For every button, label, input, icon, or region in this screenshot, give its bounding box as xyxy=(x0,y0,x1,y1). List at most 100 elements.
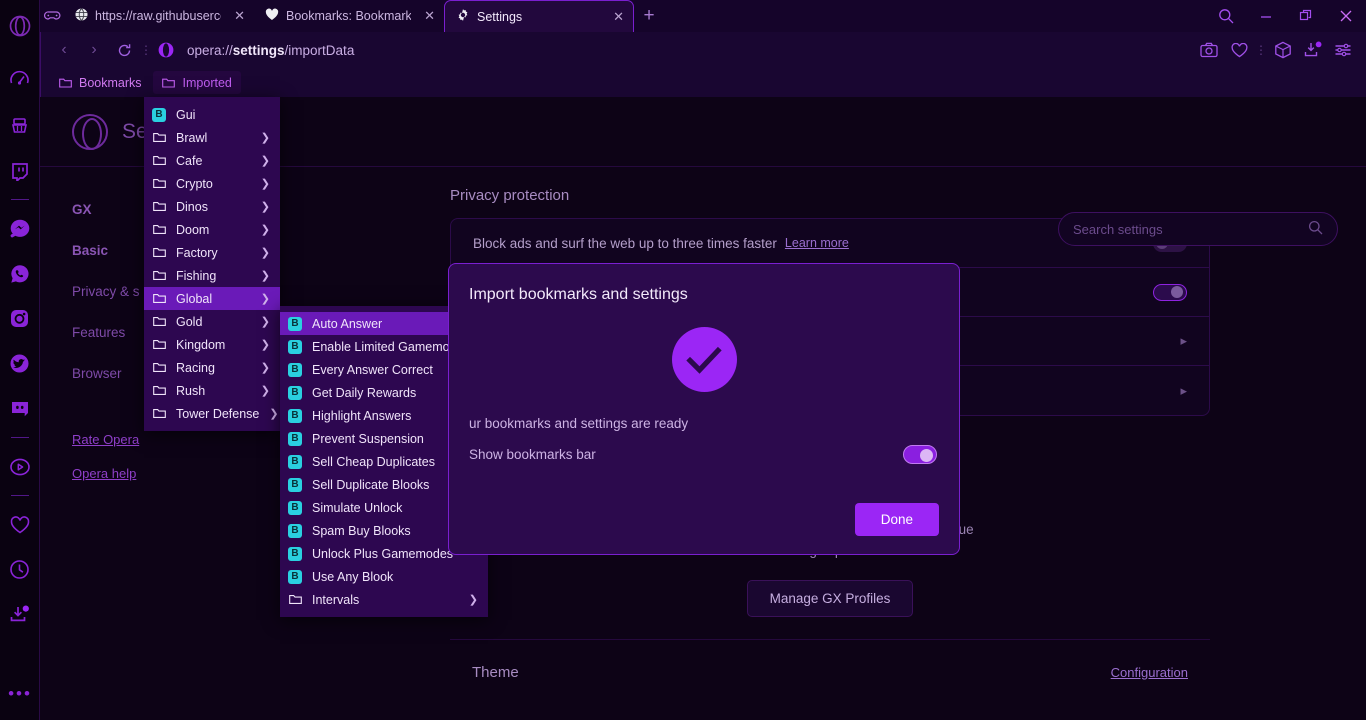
favorites-icon[interactable] xyxy=(0,502,40,547)
blooket-bookmark-icon: B xyxy=(152,107,166,122)
address-bar: ‹ › ⋮ opera://settings/importData ⋮ xyxy=(40,32,1366,68)
url-text[interactable]: opera://settings/importData xyxy=(187,43,354,58)
url-suffix: /importData xyxy=(284,42,355,58)
close-icon[interactable]: ✕ xyxy=(228,8,245,24)
bookmark-menu-item[interactable]: B Gui xyxy=(144,103,280,126)
opera-help-link[interactable]: Opera help xyxy=(72,466,139,481)
address-bar-actions: ⋮ xyxy=(1194,35,1358,65)
bookmark-menu-item[interactable]: Gold ❯ xyxy=(144,310,280,333)
easy-setup-icon[interactable] xyxy=(1328,35,1358,65)
url-prefix: opera:// xyxy=(187,42,233,58)
sidebar-more-button[interactable]: ••• xyxy=(0,685,40,702)
twitter-icon[interactable] xyxy=(0,341,40,386)
twitch-icon[interactable] xyxy=(0,148,40,193)
settings-footer-links: Rate Opera Opera help xyxy=(72,432,139,500)
tab-label: https://raw.githubuserconte xyxy=(95,9,221,23)
learn-more-link[interactable]: Learn more xyxy=(785,236,849,250)
restore-icon[interactable] xyxy=(1286,0,1326,32)
bookmark-folder-bookmarks[interactable]: Bookmarks xyxy=(49,71,151,94)
reload-icon[interactable] xyxy=(109,35,139,65)
close-icon[interactable]: ✕ xyxy=(418,8,435,24)
new-tab-button[interactable]: + xyxy=(634,0,664,32)
section-title-privacy: Privacy protection xyxy=(450,187,570,204)
blooket-bookmark-icon: B xyxy=(288,362,302,377)
rate-opera-link[interactable]: Rate Opera xyxy=(72,432,139,447)
bookmark-menu-item[interactable]: Dinos ❯ xyxy=(144,195,280,218)
theme-configuration-link[interactable]: Configuration xyxy=(1111,665,1188,680)
opera-logo-icon[interactable] xyxy=(0,8,40,44)
bookmark-folder-imported[interactable]: Imported xyxy=(152,71,241,94)
menu-item-label: Factory xyxy=(176,245,218,260)
bookmark-submenu-item[interactable]: Intervals ❯ xyxy=(280,588,488,611)
menu-item-label: Intervals xyxy=(312,592,360,607)
toggle-on[interactable] xyxy=(1153,283,1187,301)
folder-icon xyxy=(152,131,166,145)
search-input[interactable]: Search settings xyxy=(1073,222,1163,237)
page-menu-icon[interactable]: ⋮ xyxy=(139,35,153,65)
tab-settings[interactable]: Settings ✕ xyxy=(444,0,634,32)
instagram-icon[interactable] xyxy=(0,296,40,341)
back-arrow-icon[interactable]: ‹ xyxy=(49,35,79,65)
cleaner-icon[interactable] xyxy=(0,103,40,148)
bookmark-menu-item[interactable]: Tower Defense ❯ xyxy=(144,402,280,425)
chevron-right-icon: ❯ xyxy=(260,293,270,305)
player-icon[interactable] xyxy=(0,444,40,489)
blooket-bookmark-icon: B xyxy=(288,546,302,561)
dots-icon[interactable]: ⋮ xyxy=(1254,35,1268,65)
history-icon[interactable] xyxy=(0,547,40,592)
more-icon: ••• xyxy=(8,684,32,703)
menu-item-label: Unlock Plus Gamemodes xyxy=(312,546,454,561)
close-icon[interactable] xyxy=(1326,0,1366,32)
bookmark-menu-item[interactable]: Fishing ❯ xyxy=(144,264,280,287)
row-control[interactable]: ▸ xyxy=(1180,383,1187,399)
menu-item-label: Dinos xyxy=(176,199,208,214)
search-settings-box[interactable]: Search settings xyxy=(1058,212,1338,246)
blooket-bookmark-icon: B xyxy=(288,408,302,423)
bookmark-menu-item[interactable]: Global ❯ xyxy=(144,287,280,310)
gamepad-icon[interactable] xyxy=(40,0,64,32)
bookmark-menu-item[interactable]: Crypto ❯ xyxy=(144,172,280,195)
whatsapp-icon[interactable] xyxy=(0,251,40,296)
browser-window: ••• https://raw.githubuserconte ✕ Bookma… xyxy=(0,0,1366,720)
gx-corner-icon[interactable] xyxy=(0,58,40,103)
bookmark-submenu-item[interactable]: B Use Any Blook xyxy=(280,565,488,588)
show-bookmarks-bar-toggle[interactable] xyxy=(903,445,937,464)
heart-icon[interactable] xyxy=(1224,35,1254,65)
discord-icon[interactable] xyxy=(0,386,40,431)
bookmark-menu-item[interactable]: Factory ❯ xyxy=(144,241,280,264)
bookmark-menu-item[interactable]: Brawl ❯ xyxy=(144,126,280,149)
blooket-bookmark-icon: B xyxy=(288,431,302,446)
download-icon[interactable] xyxy=(1298,35,1328,65)
bookmark-menu-item[interactable]: Doom ❯ xyxy=(144,218,280,241)
bookmark-menu-item[interactable]: Kingdom ❯ xyxy=(144,333,280,356)
row-control[interactable] xyxy=(1153,283,1187,301)
forward-arrow-icon[interactable]: › xyxy=(79,35,109,65)
cube-icon[interactable] xyxy=(1268,35,1298,65)
menu-item-label: Brawl xyxy=(176,130,208,145)
bookmark-menu-item[interactable]: Rush ❯ xyxy=(144,379,280,402)
folder-icon xyxy=(152,315,166,329)
menu-item-label: Auto Answer xyxy=(312,316,383,331)
close-icon[interactable]: ✕ xyxy=(607,9,624,25)
row-control[interactable]: ▸ xyxy=(1180,333,1187,349)
theme-section: Theme Configuration xyxy=(450,640,1210,681)
menu-item-label: Fishing xyxy=(176,268,217,283)
downloads-icon[interactable] xyxy=(0,592,40,637)
tab-bookmarks[interactable]: Bookmarks: Bookmarks bar ✕ xyxy=(254,0,444,32)
show-bookmarks-bar-row[interactable]: Show bookmarks bar xyxy=(449,431,959,464)
blooket-bookmark-icon: B xyxy=(288,523,302,538)
minimize-icon[interactable] xyxy=(1246,0,1286,32)
done-button[interactable]: Done xyxy=(854,503,939,536)
window-search-icon[interactable] xyxy=(1206,0,1246,32)
bookmark-label: Imported xyxy=(182,75,232,90)
tab-github-raw[interactable]: https://raw.githubuserconte ✕ xyxy=(64,0,254,32)
bookmark-menu-item[interactable]: Racing ❯ xyxy=(144,356,280,379)
folder-icon xyxy=(152,223,166,237)
chevron-right-icon[interactable]: ▸ xyxy=(1180,383,1187,399)
folder-icon xyxy=(152,338,166,352)
messenger-icon[interactable] xyxy=(0,206,40,251)
bookmark-menu-item[interactable]: Cafe ❯ xyxy=(144,149,280,172)
manage-gx-profiles-button[interactable]: Manage GX Profiles xyxy=(746,579,914,617)
chevron-right-icon[interactable]: ▸ xyxy=(1180,333,1187,349)
camera-icon[interactable] xyxy=(1194,35,1224,65)
